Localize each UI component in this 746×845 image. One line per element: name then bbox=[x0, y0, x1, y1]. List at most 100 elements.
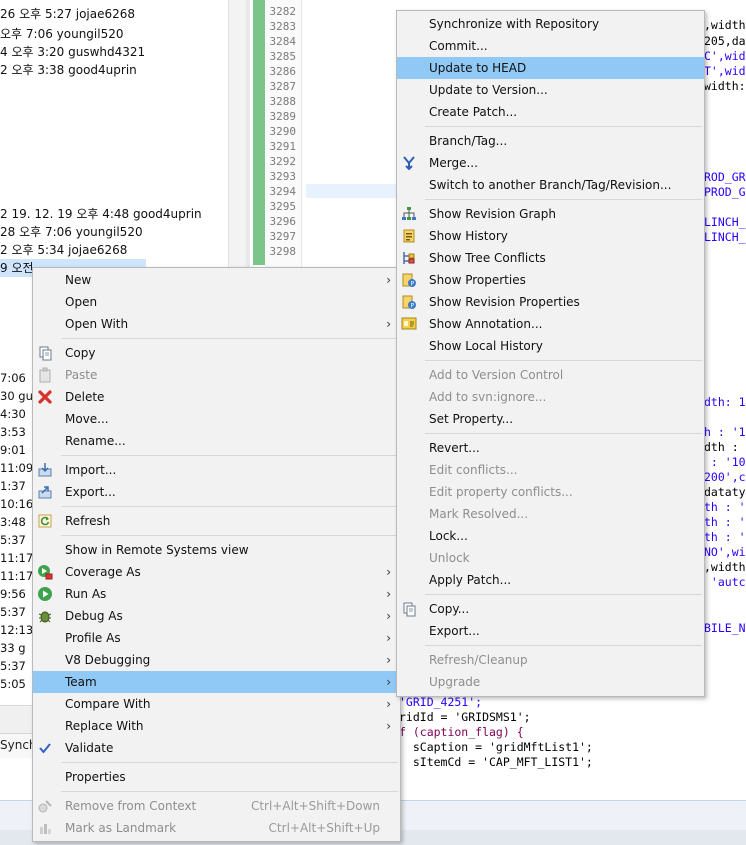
menu-item-replace-with[interactable]: Replace With › bbox=[33, 715, 400, 737]
menu-item-debug-as[interactable]: Debug As › bbox=[33, 605, 400, 627]
menu-item-edit-conflicts[interactable]: Edit conflicts... bbox=[397, 459, 704, 481]
remove-context-icon bbox=[37, 798, 53, 814]
menu-item-commit[interactable]: Commit... bbox=[397, 35, 704, 57]
menu-item-label: Mark Resolved... bbox=[429, 507, 529, 521]
menu-item-label: Move... bbox=[65, 412, 109, 426]
menu-separator bbox=[61, 791, 398, 792]
history-row-text: 2 오후 3:38 good4uprin bbox=[0, 63, 137, 77]
menu-item-team[interactable]: Team › bbox=[33, 671, 400, 693]
menu-item-label: Apply Patch... bbox=[429, 573, 512, 587]
menu-item-merge[interactable]: Merge... bbox=[397, 152, 704, 174]
menu-item-label: Show Annotation... bbox=[429, 317, 543, 331]
menu-item-show-annotation[interactable]: Show Annotation... bbox=[397, 313, 704, 335]
menu-item-label: Add to Version Control bbox=[429, 368, 564, 382]
menu-item-new[interactable]: New › bbox=[33, 269, 400, 291]
menu-item-label: Validate bbox=[65, 741, 114, 755]
menu-item-apply-patch[interactable]: Apply Patch... bbox=[397, 569, 704, 591]
history-fragment: 1:37 bbox=[0, 479, 26, 493]
chevron-right-icon: › bbox=[386, 719, 391, 733]
menu-item-revert[interactable]: Revert... bbox=[397, 437, 704, 459]
line-number: 3295 bbox=[269, 200, 297, 213]
menu-item-rename[interactable]: Rename... bbox=[33, 430, 400, 452]
menu-item-mark-as-landmark[interactable]: Mark as Landmark Ctrl+Alt+Shift+Up bbox=[33, 817, 400, 839]
history-fragment: 11:09 bbox=[0, 461, 34, 475]
menu-item-label: Revert... bbox=[429, 441, 480, 455]
menu-item-delete[interactable]: Delete bbox=[33, 386, 400, 408]
refresh-icon bbox=[37, 513, 53, 529]
menu-item-update-to-head[interactable]: Update to HEAD bbox=[397, 57, 704, 79]
menu-item-label: Set Property... bbox=[429, 412, 514, 426]
menu-item-export[interactable]: Export... bbox=[33, 481, 400, 503]
code-fragment: ,width bbox=[704, 560, 746, 574]
menu-item-run-as[interactable]: Run As › bbox=[33, 583, 400, 605]
menu-item-show-tree-conflicts[interactable]: Show Tree Conflicts bbox=[397, 247, 704, 269]
menu-item-add-to-svn-ignore[interactable]: Add to svn:ignore... bbox=[397, 386, 704, 408]
history-row[interactable]: 2 오후 3:38 good4uprin bbox=[0, 61, 137, 79]
menu-item-show-local-history[interactable]: Show Local History bbox=[397, 335, 704, 357]
menu-item-validate[interactable]: Validate bbox=[33, 737, 400, 759]
history-row[interactable]: 28 오후 7:06 youngil520 bbox=[0, 223, 143, 241]
menu-item-branch-tag[interactable]: Branch/Tag... bbox=[397, 130, 704, 152]
menu-item-show-history[interactable]: Show History bbox=[397, 225, 704, 247]
code-fragment: th : 'a bbox=[704, 500, 746, 514]
menu-item-copy[interactable]: Copy bbox=[33, 342, 400, 364]
menu-item-add-to-version-control[interactable]: Add to Version Control bbox=[397, 364, 704, 386]
code-fragment: ROD_GRI bbox=[704, 170, 746, 184]
menu-item-label: Show Properties bbox=[429, 273, 526, 287]
menu-item-label: Synchronize with Repository bbox=[429, 17, 600, 31]
debug-icon bbox=[37, 608, 53, 624]
line-number: 3286 bbox=[269, 65, 297, 78]
menu-item-unlock[interactable]: Unlock bbox=[397, 547, 704, 569]
menu-separator bbox=[425, 594, 702, 595]
menu-item-label: Paste bbox=[65, 368, 98, 382]
menu-item-label: Copy bbox=[65, 346, 96, 360]
menu-item-label: Replace With bbox=[65, 719, 144, 733]
copy-icon bbox=[37, 345, 53, 361]
history-row[interactable]: 26 오후 5:27 jojae6268 bbox=[0, 5, 135, 23]
menu-item-create-patch[interactable]: Create Patch... bbox=[397, 101, 704, 123]
menu-item-label: Show in Remote Systems view bbox=[65, 543, 249, 557]
menu-item-label: Show Revision Properties bbox=[429, 295, 580, 309]
landmark-icon bbox=[37, 820, 53, 836]
menu-separator bbox=[61, 762, 398, 763]
menu-item-show-properties[interactable]: P Show Properties bbox=[397, 269, 704, 291]
menu-item-label: Show Tree Conflicts bbox=[429, 251, 546, 265]
menu-item-open-with[interactable]: Open With › bbox=[33, 313, 400, 335]
history-row[interactable]: 2 오후 5:34 jojae6268 bbox=[0, 241, 127, 259]
menu-item-profile-as[interactable]: Profile As › bbox=[33, 627, 400, 649]
menu-item-remove-from-context[interactable]: Remove from Context Ctrl+Alt+Shift+Down bbox=[33, 795, 400, 817]
menu-item-update-to-version[interactable]: Update to Version... bbox=[397, 79, 704, 101]
menu-item-upgrade[interactable]: Upgrade bbox=[397, 671, 704, 693]
menu-item-copy[interactable]: Copy... bbox=[397, 598, 704, 620]
history-fragment: 10:16 bbox=[0, 497, 34, 511]
menu-item-v8-debugging[interactable]: V8 Debugging › bbox=[33, 649, 400, 671]
menu-item-paste[interactable]: Paste bbox=[33, 364, 400, 386]
menu-item-switch-branch[interactable]: Switch to another Branch/Tag/Revision... bbox=[397, 174, 704, 196]
menu-item-show-revision-graph[interactable]: Show Revision Graph bbox=[397, 203, 704, 225]
menu-item-open[interactable]: Open bbox=[33, 291, 400, 313]
menu-item-refresh-cleanup[interactable]: Refresh/Cleanup bbox=[397, 649, 704, 671]
history-row[interactable]: 2 19. 12. 19 오후 4:48 good4uprin bbox=[0, 205, 202, 223]
menu-item-move[interactable]: Move... bbox=[33, 408, 400, 430]
menu-item-mark-resolved[interactable]: Mark Resolved... bbox=[397, 503, 704, 525]
history-row[interactable]: 4 오후 3:20 guswhd4321 bbox=[0, 43, 145, 61]
menu-item-set-property[interactable]: Set Property... bbox=[397, 408, 704, 430]
menu-item-synchronize[interactable]: Synchronize with Repository bbox=[397, 13, 704, 35]
menu-item-export[interactable]: Export... bbox=[397, 620, 704, 642]
menu-item-properties[interactable]: Properties bbox=[33, 766, 400, 788]
menu-item-compare-with[interactable]: Compare With › bbox=[33, 693, 400, 715]
code-fragment: LINCH_ bbox=[704, 230, 746, 244]
menu-item-show-revision-properties[interactable]: P Show Revision Properties bbox=[397, 291, 704, 313]
history-row[interactable]: 오후 7:06 youngil520 bbox=[0, 25, 124, 43]
code-line: f (caption_flag) { bbox=[399, 725, 524, 739]
code-line: ridId = 'GRIDSMS1'; bbox=[399, 710, 531, 724]
menu-item-coverage-as[interactable]: Coverage As › bbox=[33, 561, 400, 583]
menu-item-edit-property-conflicts[interactable]: Edit property conflicts... bbox=[397, 481, 704, 503]
menu-item-refresh[interactable]: Refresh bbox=[33, 510, 400, 532]
menu-item-lock[interactable]: Lock... bbox=[397, 525, 704, 547]
import-icon bbox=[37, 462, 53, 478]
menu-item-import[interactable]: Import... bbox=[33, 459, 400, 481]
menu-separator bbox=[61, 338, 398, 339]
menu-item-label: Delete bbox=[65, 390, 105, 404]
menu-item-show-in-remote-systems[interactable]: Show in Remote Systems view bbox=[33, 539, 400, 561]
